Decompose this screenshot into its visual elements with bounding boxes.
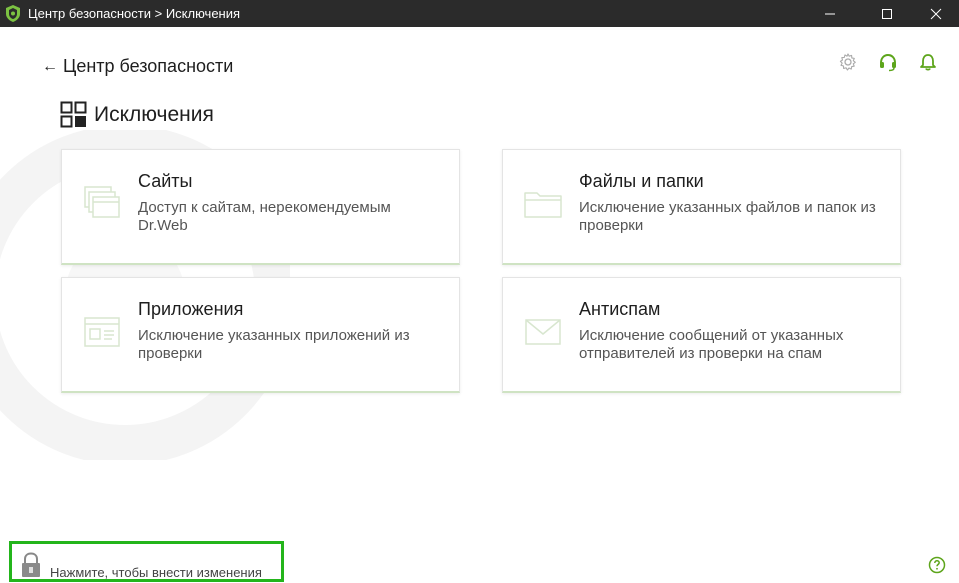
exclusions-grid-icon	[60, 101, 87, 128]
card-files-folders[interactable]: Файлы и папки Исключение указанных файло…	[502, 149, 901, 265]
title-bar: Центр безопасности > Исключения	[0, 0, 959, 27]
card-antispam[interactable]: Антиспам Исключение сообщений от указанн…	[502, 277, 901, 393]
card-applications-title: Приложения	[138, 299, 244, 319]
card-files-folders-description: Исключение указанных файлов и папок из п…	[579, 199, 876, 234]
back-link[interactable]: ← Центр безопасности	[42, 56, 233, 77]
maximize-button[interactable]	[864, 0, 910, 27]
card-antispam-description: Исключение сообщений от указанных отправ…	[579, 327, 844, 362]
headset-icon[interactable]	[878, 52, 898, 72]
envelope-icon	[525, 319, 561, 345]
minimize-button[interactable]	[807, 0, 853, 27]
card-antispam-title: Антиспам	[579, 299, 661, 319]
folder-icon	[524, 192, 562, 218]
help-icon[interactable]	[928, 556, 946, 574]
page-title: Исключения	[60, 101, 214, 129]
minimize-icon	[825, 13, 835, 14]
unlock-changes-button[interactable]: Нажмите, чтобы внести изменения	[9, 541, 284, 582]
back-arrow-icon: ←	[42, 57, 58, 75]
page-title-label: Исключения	[94, 103, 214, 126]
gear-icon[interactable]	[838, 52, 858, 72]
bell-icon[interactable]	[918, 52, 938, 72]
app-window-icon	[84, 317, 120, 347]
maximize-icon	[882, 8, 892, 19]
drweb-shield-icon	[6, 5, 20, 22]
card-applications[interactable]: Приложения Исключение указанных приложен…	[61, 277, 460, 393]
card-sites[interactable]: Сайты Доступ к сайтам, нерекомендуемым D…	[61, 149, 460, 265]
card-sites-title: Сайты	[138, 171, 193, 191]
close-icon	[930, 8, 942, 19]
window-title: Центр безопасности > Исключения	[28, 6, 241, 21]
card-sites-description: Доступ к сайтам, нерекомендуемым Dr.Web	[138, 199, 391, 234]
card-files-folders-title: Файлы и папки	[579, 171, 704, 191]
back-link-label: Центр безопасности	[63, 56, 234, 76]
lock-icon	[22, 552, 40, 577]
close-button[interactable]	[913, 0, 959, 27]
browser-windows-icon	[84, 186, 120, 218]
unlock-changes-label: Нажмите, чтобы внести изменения	[50, 565, 262, 580]
card-applications-description: Исключение указанных приложений из прове…	[138, 327, 410, 362]
